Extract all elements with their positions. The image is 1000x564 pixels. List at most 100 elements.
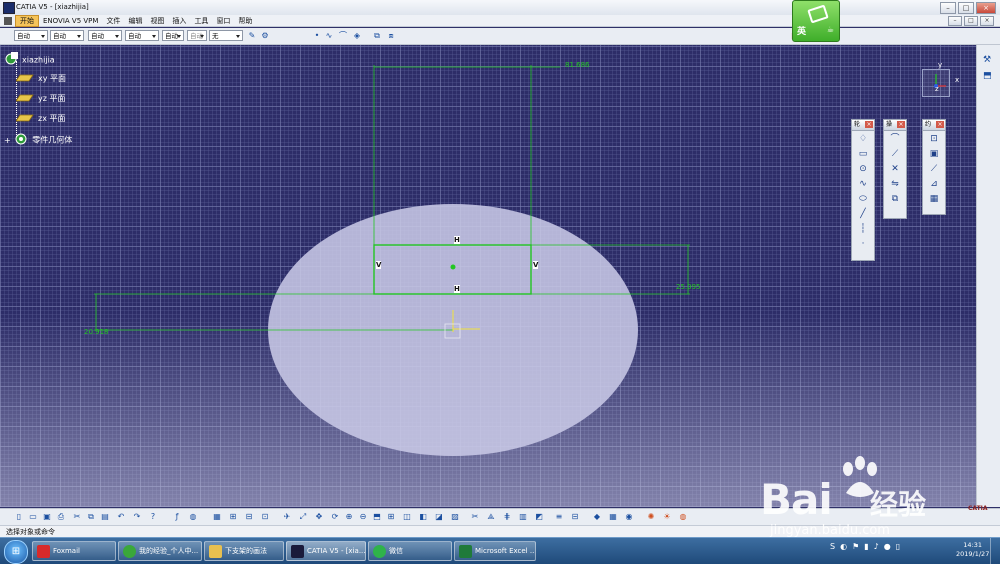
- light-icon[interactable]: ☀: [662, 512, 672, 522]
- sogou-icon[interactable]: S: [830, 542, 835, 551]
- new-file-icon[interactable]: ▯: [14, 512, 24, 522]
- trim-icon[interactable]: ✕: [888, 162, 902, 176]
- document-icon[interactable]: [4, 16, 12, 25]
- knowledge-icon[interactable]: ◍: [188, 512, 198, 522]
- battery-icon[interactable]: ▯: [896, 542, 900, 551]
- close-button[interactable]: ×: [976, 2, 996, 14]
- workbench-icon[interactable]: ⚒: [983, 55, 991, 65]
- painter-icon[interactable]: ✎: [247, 31, 257, 41]
- animate-constraint-icon[interactable]: ▦: [927, 192, 941, 206]
- chamfer-icon[interactable]: ⟋: [888, 147, 902, 161]
- task-catia[interactable]: CATIA V5 - [xia...: [286, 541, 366, 561]
- start-button[interactable]: ⊞: [4, 540, 28, 564]
- photo-studio-icon[interactable]: ✺: [646, 512, 656, 522]
- formula-icon[interactable]: ƒ: [172, 512, 182, 522]
- task-excel[interactable]: Microsoft Excel ...: [454, 541, 536, 561]
- vertical-constraint-right[interactable]: V: [533, 261, 539, 269]
- palette-title[interactable]: 操 ×: [884, 120, 906, 131]
- print-icon[interactable]: ⎙: [56, 512, 66, 522]
- dim-height-label[interactable]: 25.095: [676, 283, 701, 291]
- sketch-viewport[interactable]: xiazhijia xy 平面 yz 平面 zx 平面 + 零件几何体 81.6…: [0, 45, 976, 507]
- shading-icon[interactable]: ◧: [418, 512, 428, 522]
- sketch-exit-icon[interactable]: ⬒: [983, 71, 992, 81]
- axis-line-icon[interactable]: ┆: [856, 222, 870, 236]
- menu-start[interactable]: 开始: [15, 14, 39, 27]
- fill-color-dropdown[interactable]: 自动: [14, 30, 48, 41]
- line-icon[interactable]: ╱: [856, 207, 870, 221]
- ellipse-icon[interactable]: ⬭: [856, 192, 870, 206]
- sketch-analysis-icon[interactable]: ⟁: [486, 512, 496, 522]
- menu-help[interactable]: 帮助: [234, 15, 256, 27]
- mirror-icon[interactable]: ⇋: [888, 177, 902, 191]
- system-clock[interactable]: 14:31 2019/1/27: [956, 541, 989, 559]
- geometric-constraint-icon[interactable]: ⊡: [260, 512, 270, 522]
- undo-icon[interactable]: ↶: [116, 512, 126, 522]
- doc-close-button[interactable]: ×: [980, 16, 994, 26]
- analysis-icon[interactable]: ⧉: [372, 31, 382, 41]
- save-icon[interactable]: ▣: [42, 512, 52, 522]
- line-type-dropdown[interactable]: 自动: [125, 30, 159, 41]
- task-wechat[interactable]: 微信: [368, 541, 452, 561]
- properties-icon[interactable]: ⚙: [260, 31, 270, 41]
- menu-view[interactable]: 视图: [146, 15, 168, 27]
- horizontal-constraint-top[interactable]: H: [454, 236, 460, 244]
- constraint-dialog-icon[interactable]: ⊡: [927, 132, 941, 146]
- task-foxmail[interactable]: Foxmail: [32, 541, 116, 561]
- volume-icon[interactable]: ♪: [874, 542, 879, 551]
- transparency-dropdown[interactable]: 自动: [50, 30, 84, 41]
- task-browser[interactable]: 我的经验_个人中...: [118, 541, 202, 561]
- pan-icon[interactable]: ✥: [314, 512, 324, 522]
- normal-view-icon[interactable]: ⬒: [372, 512, 382, 522]
- catia-app-icon[interactable]: [3, 2, 15, 14]
- spline-icon[interactable]: ∿: [856, 177, 870, 191]
- fit-all-icon[interactable]: ⤢: [298, 512, 308, 522]
- measure-icon[interactable]: ⊟: [570, 512, 580, 522]
- menu-file[interactable]: 文件: [102, 15, 124, 27]
- apply-material-icon[interactable]: ◆: [592, 512, 602, 522]
- point-type-dropdown[interactable]: 自动: [162, 30, 184, 41]
- contact-constraint-icon[interactable]: ⟋: [927, 162, 941, 176]
- maximize-button[interactable]: □: [958, 2, 974, 14]
- spline-icon[interactable]: ∿: [324, 31, 334, 41]
- fix-together-icon[interactable]: ⊿: [927, 177, 941, 191]
- swap-space-icon[interactable]: ▨: [450, 512, 460, 522]
- menu-tools[interactable]: 工具: [190, 15, 212, 27]
- copy-icon[interactable]: ⧉: [86, 512, 96, 522]
- profile-icon[interactable]: ♢: [856, 132, 870, 146]
- point-icon[interactable]: ·: [856, 237, 870, 251]
- construction-icon[interactable]: ⊟: [244, 512, 254, 522]
- constraint-icon[interactable]: ▣: [927, 147, 941, 161]
- point-icon[interactable]: •: [312, 31, 322, 41]
- flag-icon[interactable]: ⚑: [852, 542, 859, 551]
- layer-type-dropdown[interactable]: 自动: [187, 30, 207, 41]
- ruler-icon[interactable]: ≡: [554, 512, 564, 522]
- dim-width-label[interactable]: 81.686: [565, 61, 590, 69]
- snap-icon[interactable]: ⊞: [228, 512, 238, 522]
- surface-icon[interactable]: ◈: [352, 31, 362, 41]
- multi-view-icon[interactable]: ⊞: [386, 512, 396, 522]
- antivirus-icon[interactable]: ●: [884, 542, 891, 551]
- cut-icon[interactable]: ✂: [72, 512, 82, 522]
- visualization-icon[interactable]: ◩: [534, 512, 544, 522]
- palette-close-button[interactable]: ×: [936, 121, 944, 128]
- curve-icon[interactable]: ⌒: [338, 31, 348, 41]
- help-icon[interactable]: ?: [148, 512, 158, 522]
- palette-title[interactable]: 轮 ×: [852, 120, 874, 131]
- palette-title[interactable]: 约 ×: [923, 120, 945, 131]
- palette-close-button[interactable]: ×: [897, 121, 905, 128]
- network-icon[interactable]: ▮: [864, 542, 868, 551]
- doc-minimize-button[interactable]: –: [948, 16, 962, 26]
- horizontal-constraint-bottom[interactable]: H: [454, 285, 460, 293]
- open-file-icon[interactable]: ▭: [28, 512, 38, 522]
- menu-enovia[interactable]: ENOVIA V5 VPM: [39, 15, 102, 27]
- rectangle-center-point[interactable]: [450, 264, 456, 270]
- doc-restore-button[interactable]: □: [964, 16, 978, 26]
- grid-icon[interactable]: ▦: [212, 512, 222, 522]
- paste-icon[interactable]: ▤: [100, 512, 110, 522]
- palette-close-button[interactable]: ×: [865, 121, 873, 128]
- hide-show-icon[interactable]: ◪: [434, 512, 444, 522]
- zoom-out-icon[interactable]: ⊖: [358, 512, 368, 522]
- rectangle-icon[interactable]: ▭: [856, 147, 870, 161]
- fly-mode-icon[interactable]: ✈: [282, 512, 292, 522]
- menu-insert[interactable]: 插入: [168, 15, 190, 27]
